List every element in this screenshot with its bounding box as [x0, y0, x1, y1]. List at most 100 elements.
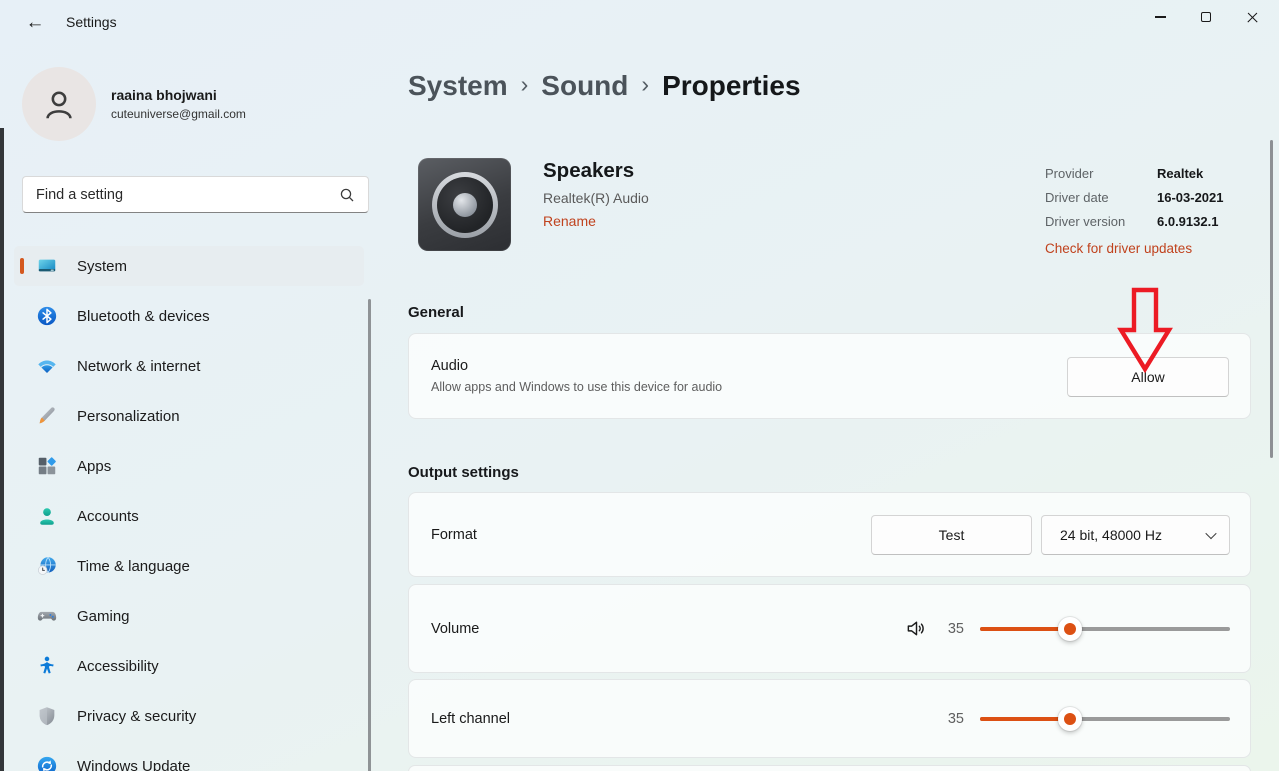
speaker-cone	[437, 177, 493, 233]
device-subtitle: Realtek(R) Audio	[543, 190, 649, 206]
speaker-ring	[432, 172, 498, 238]
driver-row: Driver version 6.0.9132.1	[1045, 210, 1224, 234]
accessibility-icon	[35, 654, 59, 678]
time-language-icon	[35, 554, 59, 578]
slider-thumb-dot	[1064, 623, 1076, 635]
format-label: Format	[431, 527, 477, 543]
sidebar-nav: System Bluetooth & devices Network & int…	[14, 246, 364, 771]
sidebar-item-privacy-security[interactable]: Privacy & security	[14, 696, 364, 736]
back-arrow-icon: ←	[26, 12, 45, 34]
driver-row-label: Provider	[1045, 162, 1157, 186]
next-card-partial	[408, 765, 1251, 771]
volume-card: Volume 35	[408, 584, 1251, 673]
left-channel-card: Left channel 35	[408, 679, 1251, 758]
person-icon	[40, 85, 78, 123]
test-button[interactable]: Test	[871, 515, 1032, 555]
device-name: Speakers	[543, 159, 649, 183]
sidebar-item-label: Privacy & security	[77, 708, 196, 725]
avatar	[22, 67, 96, 141]
left-channel-value: 35	[944, 711, 964, 727]
device-info: Speakers Realtek(R) Audio Rename	[543, 159, 649, 231]
left-channel-slider[interactable]	[980, 707, 1230, 731]
sidebar-item-label: Bluetooth & devices	[77, 308, 210, 325]
search-box	[22, 176, 369, 213]
app-title: Settings	[66, 14, 117, 30]
system-icon	[35, 254, 59, 278]
rename-link[interactable]: Rename	[543, 213, 596, 229]
driver-row-value: 6.0.9132.1	[1157, 210, 1218, 234]
slider-fill	[980, 627, 1070, 632]
sidebar-item-network-internet[interactable]: Network & internet	[14, 346, 364, 386]
general-section-title: General	[408, 304, 464, 321]
speaker-device-image	[418, 158, 511, 251]
bluetooth-icon	[35, 304, 59, 328]
sidebar-scrollbar[interactable]	[368, 299, 371, 771]
back-button[interactable]: ←	[16, 8, 54, 38]
driver-row: Provider Realtek	[1045, 162, 1224, 186]
apps-icon	[35, 454, 59, 478]
format-card: Format Test 24 bit, 48000 Hz	[408, 492, 1251, 577]
driver-row-value: 16-03-2021	[1157, 186, 1224, 210]
sidebar-item-label: Windows Update	[77, 758, 190, 771]
format-dropdown[interactable]: 24 bit, 48000 Hz	[1041, 515, 1230, 555]
slider-fill	[980, 717, 1070, 722]
sidebar-item-accessibility[interactable]: Accessibility	[14, 646, 364, 686]
audio-card: Audio Allow apps and Windows to use this…	[408, 333, 1251, 419]
slider-thumb-dot	[1064, 713, 1076, 725]
chevron-down-icon	[1205, 528, 1216, 539]
driver-info: Provider Realtek Driver date 16-03-2021 …	[1045, 162, 1224, 261]
breadcrumb-separator: ›	[508, 71, 542, 98]
personalization-brush-icon	[35, 404, 59, 428]
volume-slider[interactable]	[980, 617, 1230, 641]
sidebar-item-label: Accounts	[77, 508, 139, 525]
allow-button[interactable]: Allow	[1067, 357, 1229, 397]
windows-update-icon	[35, 754, 59, 771]
background-window-edge	[0, 128, 4, 771]
sidebar-item-label: System	[77, 258, 127, 275]
sidebar-item-personalization[interactable]: Personalization	[14, 396, 364, 436]
privacy-shield-icon	[35, 704, 59, 728]
selection-pill	[20, 258, 24, 274]
check-driver-updates-link[interactable]: Check for driver updates	[1045, 237, 1224, 261]
main-content: System › Sound › Properties Speakers Rea…	[408, 0, 1279, 771]
sidebar-item-bluetooth-devices[interactable]: Bluetooth & devices	[14, 296, 364, 336]
sidebar-item-label: Apps	[77, 458, 111, 475]
slider-thumb[interactable]	[1058, 617, 1082, 641]
driver-row-value: Realtek	[1157, 162, 1203, 186]
sidebar: raaina bhojwani cuteuniverse@gmail.com S…	[0, 44, 392, 771]
search-icon[interactable]	[339, 187, 355, 203]
sidebar-item-gaming[interactable]: Gaming	[14, 596, 364, 636]
sidebar-item-system[interactable]: System	[14, 246, 364, 286]
sidebar-item-label: Personalization	[77, 408, 180, 425]
breadcrumb-sound[interactable]: Sound	[541, 70, 628, 102]
output-section-title: Output settings	[408, 464, 519, 481]
breadcrumb-properties: Properties	[662, 70, 801, 102]
speaker-volume-icon[interactable]	[905, 617, 928, 640]
main-scrollbar[interactable]	[1270, 140, 1273, 458]
sidebar-item-accounts[interactable]: Accounts	[14, 496, 364, 536]
gaming-icon	[35, 604, 59, 628]
search-input[interactable]	[23, 187, 339, 203]
driver-row-label: Driver version	[1045, 210, 1157, 234]
format-dropdown-value: 24 bit, 48000 Hz	[1060, 527, 1162, 543]
sidebar-item-label: Time & language	[77, 558, 190, 575]
user-profile[interactable]: raaina bhojwani cuteuniverse@gmail.com	[22, 67, 246, 141]
speaker-cap	[453, 193, 477, 217]
sidebar-item-time-language[interactable]: Time & language	[14, 546, 364, 586]
breadcrumb: System › Sound › Properties	[408, 70, 801, 102]
volume-label: Volume	[431, 621, 479, 637]
user-name: raaina bhojwani	[111, 87, 246, 103]
volume-value: 35	[944, 621, 964, 637]
driver-row-label: Driver date	[1045, 186, 1157, 210]
breadcrumb-system[interactable]: System	[408, 70, 508, 102]
sidebar-item-apps[interactable]: Apps	[14, 446, 364, 486]
user-email: cuteuniverse@gmail.com	[111, 107, 246, 121]
sidebar-item-label: Accessibility	[77, 658, 159, 675]
driver-row: Driver date 16-03-2021	[1045, 186, 1224, 210]
slider-thumb[interactable]	[1058, 707, 1082, 731]
accounts-icon	[35, 504, 59, 528]
sidebar-item-label: Network & internet	[77, 358, 200, 375]
sidebar-item-label: Gaming	[77, 608, 130, 625]
left-channel-label: Left channel	[431, 711, 510, 727]
sidebar-item-windows-update[interactable]: Windows Update	[14, 746, 364, 771]
